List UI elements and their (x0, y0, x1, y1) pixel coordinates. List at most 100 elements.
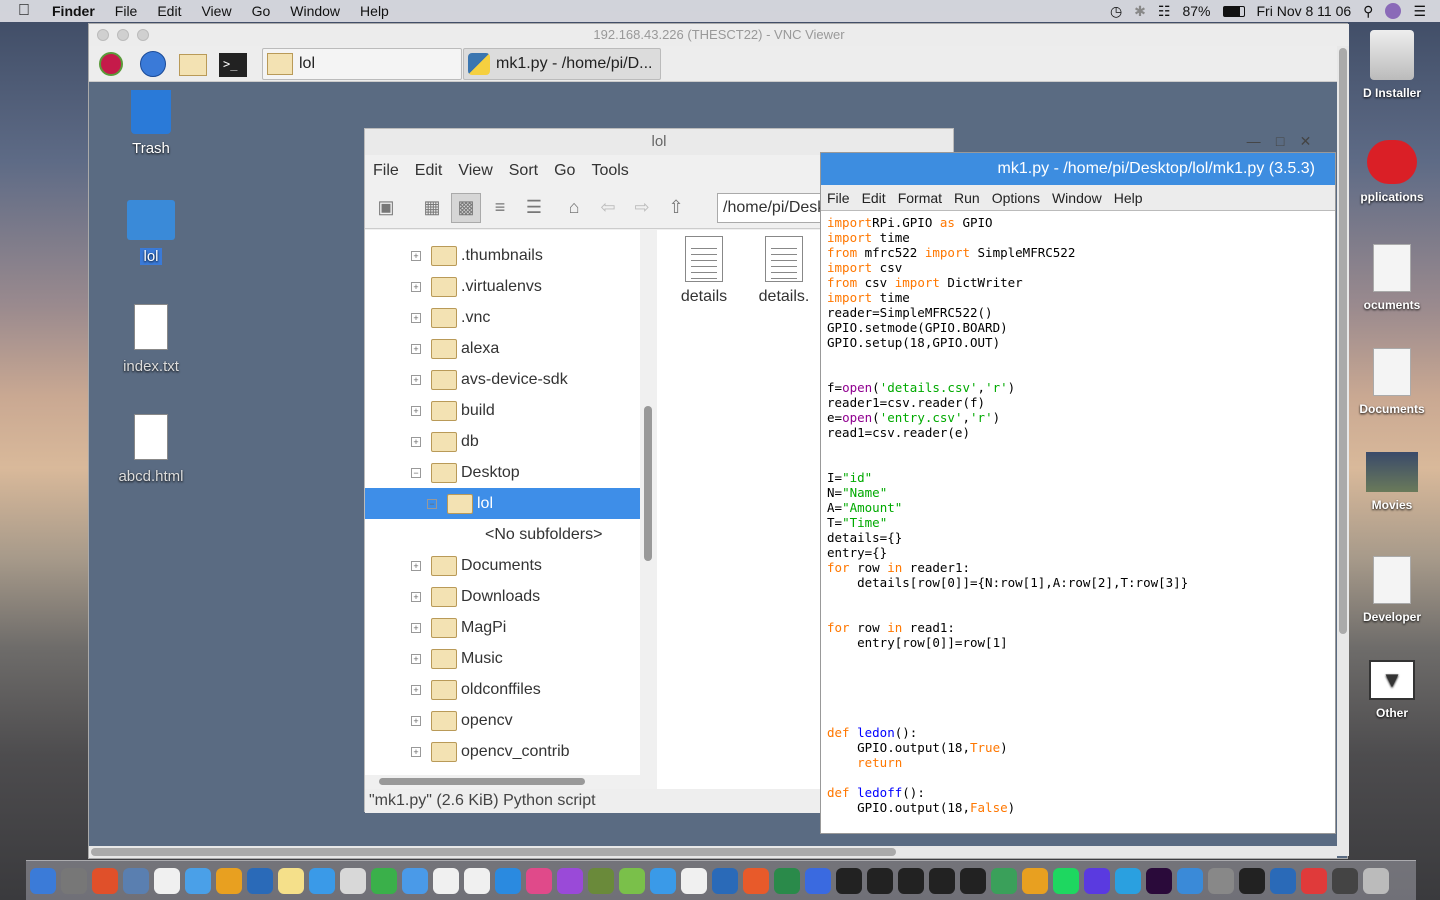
dock-app-icon[interactable] (92, 867, 118, 894)
expand-icon[interactable]: + (411, 684, 421, 695)
dock-app-icon[interactable] (743, 867, 769, 894)
tree-item[interactable]: + .vnc (365, 302, 640, 333)
dock-app-icon[interactable] (309, 867, 335, 894)
dock-app-icon[interactable] (216, 867, 242, 894)
expand-icon[interactable]: + (411, 343, 421, 354)
dock-app-icon[interactable] (774, 867, 800, 894)
file-item-details-2[interactable]: details. (749, 236, 819, 306)
scroll-thumb[interactable] (379, 778, 585, 785)
pi-desktop-lol-folder[interactable]: lol (101, 200, 201, 265)
raspberry-menu-icon[interactable] (95, 50, 127, 78)
tree-item[interactable]: + alexa (365, 333, 640, 364)
fm-menu-edit[interactable]: Edit (407, 162, 451, 180)
dock-app-icon[interactable] (340, 867, 366, 894)
dock-app-icon[interactable] (929, 867, 955, 894)
dock-app-icon[interactable] (402, 867, 428, 894)
menu-window[interactable]: Window (280, 3, 350, 19)
dock-app-icon[interactable] (836, 867, 862, 894)
tree-item[interactable]: + db (365, 426, 640, 457)
idle-menu-edit[interactable]: Edit (856, 190, 892, 206)
apple-menu-icon[interactable]:  (0, 2, 42, 20)
tree-item[interactable]: + opencv_contrib (365, 736, 640, 767)
dock-app-icon[interactable] (1177, 867, 1203, 894)
dock-app-icon[interactable] (588, 867, 614, 894)
idle-menu-format[interactable]: Format (892, 190, 948, 206)
minimize-window-button[interactable] (117, 29, 129, 41)
menu-edit[interactable]: Edit (147, 3, 191, 19)
forward-arrow-icon[interactable]: ⇨ (627, 193, 657, 223)
view-list-icon[interactable]: ☰ (519, 193, 549, 223)
zoom-window-button[interactable] (137, 29, 149, 41)
expand-icon[interactable]: + (411, 405, 421, 416)
home-icon[interactable]: ⌂ (559, 193, 589, 223)
expand-icon[interactable]: + (411, 560, 421, 571)
dock-app-icon[interactable] (557, 867, 583, 894)
tree-item[interactable]: + MagPi (365, 612, 640, 643)
expand-icon[interactable]: + (411, 374, 421, 385)
expand-icon[interactable]: + (411, 281, 421, 292)
tree-item[interactable]: + build (365, 395, 640, 426)
dock-app-icon[interactable] (1332, 867, 1358, 894)
idle-title-bar[interactable]: mk1.py - /home/pi/Desktop/lol/mk1.py (3.… (821, 153, 1335, 185)
dock-app-icon[interactable] (30, 867, 56, 894)
dock-app-icon[interactable] (1115, 867, 1141, 894)
dock-app-icon[interactable] (650, 867, 676, 894)
menu-help[interactable]: Help (350, 3, 399, 19)
dock-app-icon[interactable] (1270, 867, 1296, 894)
idle-menu-options[interactable]: Options (986, 190, 1046, 206)
battery-icon[interactable] (1222, 5, 1245, 17)
collapse-icon[interactable]: − (427, 498, 437, 509)
desktop-item-applications[interactable]: pplications (1344, 140, 1440, 204)
close-icon[interactable]: ✕ (1300, 133, 1312, 150)
minimize-icon[interactable]: — (1247, 133, 1261, 149)
bluetooth-icon[interactable]: ✱ (1134, 3, 1146, 20)
menu-view[interactable]: View (191, 3, 241, 19)
expand-icon[interactable]: + (411, 622, 421, 633)
tree-item[interactable]: <No subfolders> (365, 519, 640, 550)
time-machine-icon[interactable]: ◷ (1110, 3, 1122, 20)
dock-app-icon[interactable] (526, 867, 552, 894)
back-arrow-icon[interactable]: ⇦ (593, 193, 623, 223)
wifi-icon[interactable]: ☷ (1158, 3, 1171, 20)
dock-app-icon[interactable] (1301, 867, 1327, 894)
vnc-title-bar[interactable]: 192.168.43.226 (THESCT22) - VNC Viewer (89, 24, 1349, 46)
collapse-icon[interactable]: − (411, 467, 421, 478)
dock-app-icon[interactable] (371, 867, 397, 894)
vnc-horizontal-scrollbar[interactable] (89, 846, 1337, 858)
dock-app-icon[interactable] (1022, 867, 1048, 894)
pi-desktop-abcd-html[interactable]: abcd.html (101, 414, 201, 485)
dock-app-icon[interactable] (1363, 867, 1389, 894)
dock-app-icon[interactable] (1208, 867, 1234, 894)
fm-menu-view[interactable]: View (450, 162, 500, 180)
dock-app-icon[interactable] (154, 867, 180, 894)
expand-icon[interactable]: + (411, 715, 421, 726)
clock[interactable]: Fri Nov 8 11 06 (1257, 3, 1352, 19)
desktop-item-documents-1[interactable]: ocuments (1344, 244, 1440, 312)
expand-icon[interactable]: + (411, 746, 421, 757)
view-thumbnails-icon[interactable]: ▩ (451, 192, 481, 223)
scroll-thumb[interactable] (644, 406, 652, 561)
dock-app-icon[interactable] (247, 867, 273, 894)
dock-app-icon[interactable] (464, 867, 490, 894)
dock-app-icon[interactable] (61, 867, 87, 894)
code-editor[interactable]: importRPi.GPIO as GPIO import time from mf… (821, 211, 1335, 817)
app-menu-finder[interactable]: Finder (42, 3, 105, 19)
dock-app-icon[interactable] (898, 867, 924, 894)
fm-menu-tools[interactable]: Tools (583, 162, 636, 180)
path-input[interactable]: /home/pi/Desktop/lol (717, 193, 837, 223)
web-browser-icon[interactable] (137, 50, 169, 78)
desktop-item-movies[interactable]: Movies (1344, 452, 1440, 512)
tree-item[interactable]: + oldconffiles (365, 674, 640, 705)
expand-icon[interactable]: + (411, 591, 421, 602)
view-icons-icon[interactable]: ▦ (417, 193, 447, 223)
tree-item[interactable]: + opencv (365, 705, 640, 736)
dock-app-icon[interactable] (619, 867, 645, 894)
fm-menu-go[interactable]: Go (546, 162, 583, 180)
tree-item[interactable]: + .virtualenvs (365, 271, 640, 302)
dock-app-icon[interactable] (495, 867, 521, 894)
tree-horizontal-scrollbar[interactable] (365, 775, 640, 789)
new-window-icon[interactable]: ▣ (371, 193, 401, 223)
tree-item[interactable]: − Desktop (365, 457, 640, 488)
dock-app-icon[interactable] (1053, 867, 1079, 894)
menu-go[interactable]: Go (242, 3, 281, 19)
